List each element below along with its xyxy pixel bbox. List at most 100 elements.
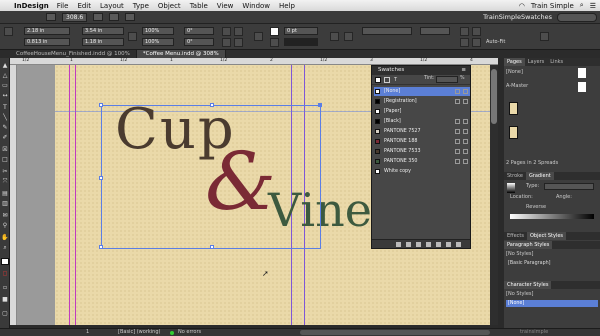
rotate-ccw-icon[interactable] [234,27,243,36]
menu-edit[interactable]: Edit [77,2,91,10]
gradient-feather-tool-icon[interactable]: ▥ [1,200,9,207]
text-formatting-icon[interactable]: T [394,77,397,83]
reference-point-icon[interactable] [4,27,13,36]
tab-object-styles[interactable]: Object Styles [527,232,567,240]
frame-handle[interactable] [210,245,214,249]
tab-pages[interactable]: Pages [504,58,525,66]
tab-gradient[interactable]: Gradient [525,172,554,180]
eyedropper-tool-icon[interactable]: ⚲ [1,222,9,229]
object-style-select[interactable] [362,27,412,35]
panel-menu-icon[interactable]: ≡ [461,66,466,75]
list-icon[interactable]: ☰ [590,2,596,10]
vertical-scroll-thumb[interactable] [491,69,497,124]
selected-text-frame[interactable] [99,103,322,249]
swatch-row[interactable]: PANTONE 7527 [374,127,470,136]
rotation-field[interactable]: 0° [184,27,214,35]
frame-handle[interactable] [318,103,322,107]
tab-links[interactable]: Links [547,58,566,66]
swatch-row[interactable]: [Black] [374,117,470,126]
fill-icon[interactable] [1,258,9,265]
a-master-thumbnail[interactable] [578,82,586,92]
none-character-style[interactable]: [None] [506,300,598,307]
text-wrap-icon[interactable] [330,32,339,41]
page-tool-icon[interactable]: ▭ [1,82,9,89]
fitting-icon-4[interactable] [472,38,481,47]
zoom-level-field[interactable]: 308.6 [62,12,88,22]
swatch-row[interactable]: White copy [374,167,470,176]
horizontal-ruler[interactable]: 1/2 1 1/2 1 1/2 2 1/2 3 1/2 4 [10,58,498,65]
direct-selection-tool-icon[interactable]: △ [1,72,9,79]
gradient-tool-icon[interactable]: ▤ [1,190,9,197]
workspace-switcher[interactable]: TrainSimpleSwatches [483,12,552,23]
swatch-row[interactable]: [Paper] [374,107,470,116]
none-master-thumbnail[interactable] [578,68,586,78]
page-2-thumbnail[interactable] [509,126,518,139]
show-gradient-swatches-icon[interactable] [416,242,421,247]
scale-y-field[interactable]: 100% [142,38,174,46]
fitting-icon-2[interactable] [472,27,481,36]
note-tool-icon[interactable]: ✉ [1,212,9,219]
gradient-ramp[interactable] [510,214,594,219]
tab-paragraph-styles[interactable]: Paragraph Styles [504,241,553,249]
effects-icon[interactable] [344,32,353,41]
arrange-documents-icon[interactable] [125,13,136,21]
page-number-field[interactable]: 1 [86,329,89,336]
free-transform-tool-icon[interactable]: ⤧ [1,178,9,185]
a-master-label[interactable]: A-Master [506,83,528,89]
menu-window[interactable]: Window [242,2,270,10]
working-profile[interactable]: [Basic] (working) [118,329,160,336]
rectangle-tool-icon[interactable]: □ [1,156,9,163]
fitting-icon-1[interactable] [460,27,469,36]
tab-coffee-menu[interactable]: *Coffee Menu.indd @ 308% [136,50,226,58]
vertical-ruler[interactable] [10,65,17,325]
shear-field[interactable]: 0° [184,38,214,46]
tab-coffee-house-menu-finished[interactable]: CoffeeHouseMenu_Finished.indd @ 100% [10,50,137,58]
tab-layers[interactable]: Layers [525,58,548,66]
x-position-field[interactable]: 2.18 in [24,27,70,35]
constrain-proportions-icon[interactable] [128,32,137,41]
frame-handle[interactable] [99,103,103,107]
swatches-panel-title[interactable]: Swatches ≡ [372,66,470,75]
help-search-input[interactable] [557,13,597,22]
gradient-type-select[interactable] [544,183,594,190]
tab-stroke[interactable]: Stroke [504,172,526,180]
fitting-icon-3[interactable] [460,38,469,47]
show-color-groups-icon[interactable] [426,242,431,247]
zoom-tool-icon[interactable]: ⌕ [1,244,9,251]
menu-help[interactable]: Help [279,2,295,10]
hand-tool-icon[interactable]: ✋ [1,234,9,241]
pencil-tool-icon[interactable]: ✐ [1,134,9,141]
rectangle-frame-tool-icon[interactable]: ☒ [1,146,9,153]
tab-effects[interactable]: Effects [504,232,527,240]
user-name[interactable]: Train Simple [531,2,574,10]
vertical-scrollbar[interactable] [490,65,498,325]
swatch-row[interactable]: PANTONE 188 [374,137,470,146]
frame-handle[interactable] [99,176,103,180]
frame-handle[interactable] [210,103,214,107]
delete-swatch-icon[interactable] [456,242,461,247]
frame-handle[interactable] [99,245,103,249]
new-color-group-icon[interactable] [436,242,441,247]
scale-x-field[interactable]: 100% [142,27,174,35]
type-tool-icon[interactable]: T [1,104,9,111]
stroke-icon[interactable] [384,77,390,83]
fill-icon[interactable] [375,77,381,83]
stroke-swatch-icon[interactable] [270,38,279,47]
select-container-icon[interactable] [254,32,263,41]
show-all-swatches-icon[interactable] [396,242,401,247]
app-menu[interactable]: InDesign [14,2,49,10]
view-options-icon[interactable] [93,13,104,21]
menu-file[interactable]: File [57,2,69,10]
menu-view[interactable]: View [217,2,234,10]
tab-character-styles[interactable]: Character Styles [504,281,552,289]
auto-fit-label[interactable]: Auto-Fit [486,39,505,45]
menu-table[interactable]: Table [190,2,208,10]
rotate-cw-icon[interactable] [222,27,231,36]
basic-paragraph-style[interactable]: [Basic Paragraph] [506,260,598,267]
menu-type[interactable]: Type [133,2,149,10]
formatting-affects-container-icon[interactable]: ▫ [1,284,9,291]
width-field[interactable]: 3.54 in [82,27,124,35]
page-1-thumbnail[interactable] [509,102,518,115]
line-tool-icon[interactable]: ╲ [1,114,9,121]
horizontal-scrollbar[interactable] [300,330,490,335]
